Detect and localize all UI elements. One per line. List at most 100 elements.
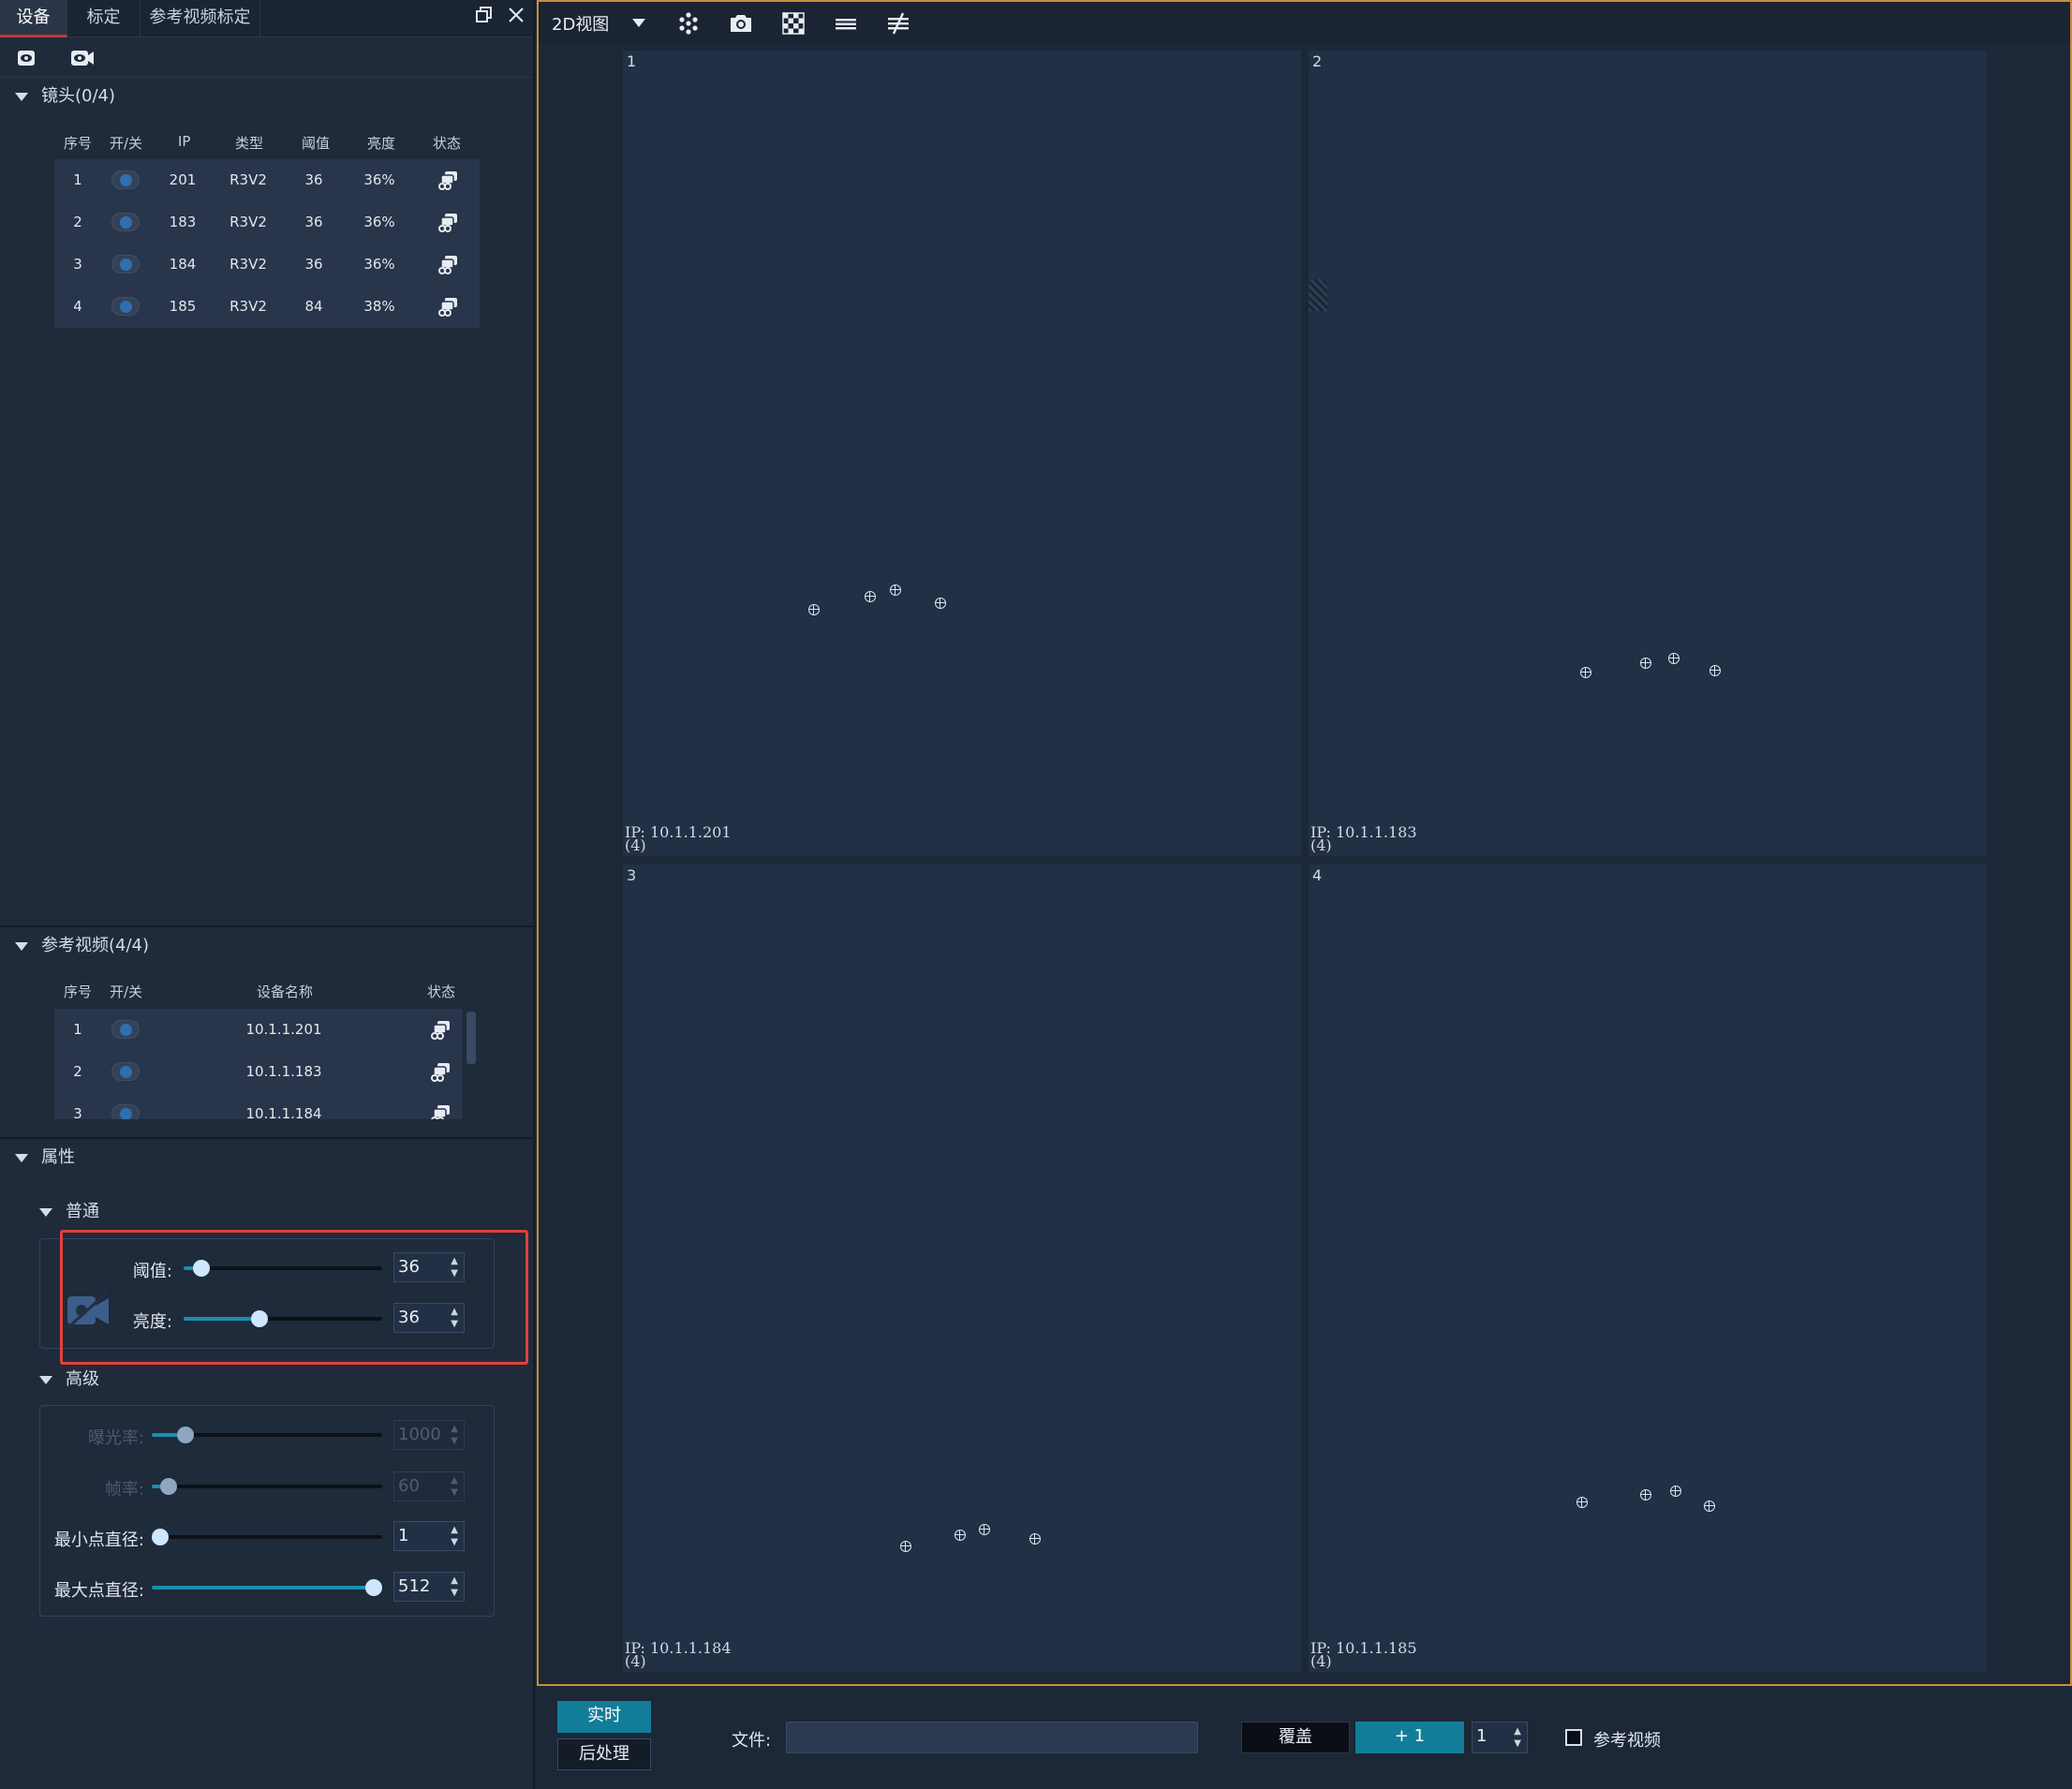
collapse-triangle-icon[interactable] [39, 1375, 52, 1384]
camera-view-4[interactable]: 4 IP: 10.1.1.185 (4) [1309, 865, 1987, 1672]
view-ip-label: IP: 10.1.1.183 (4) [1310, 825, 1417, 853]
cell-brightness: 36% [363, 256, 395, 273]
col-header-switch: 开/关 [110, 135, 143, 152]
switch-toggle[interactable] [111, 1062, 140, 1081]
col-header-switch: 开/关 [110, 983, 143, 1000]
spin-up-icon[interactable]: ▲ [451, 1576, 458, 1586]
table-row[interactable]: 3 10.1.1.184 [54, 1093, 463, 1119]
tab-bar: 设备 标定 参考视频标定 [0, 0, 533, 37]
col-header-threshold: 阈值 [302, 135, 331, 152]
brightness-slider-thumb[interactable] [250, 1310, 268, 1327]
col-header-status: 状态 [433, 135, 462, 152]
ref-video-label: 参考视频 [1593, 1731, 1661, 1751]
cell-type: R3V2 [229, 171, 267, 188]
realtime-button[interactable]: 实时 [557, 1701, 651, 1733]
ref-video-section-header[interactable]: 参考视频(4/4) [0, 930, 533, 962]
collapse-triangle-icon[interactable] [15, 92, 28, 101]
ref-video-table: 1 10.1.1.201 2 10.1.1.183 3 10.1.1.184 [54, 1009, 463, 1119]
switch-toggle[interactable] [111, 1020, 140, 1039]
overwrite-button[interactable]: 覆盖 [1241, 1722, 1350, 1753]
increment-button[interactable]: + 1 [1355, 1722, 1464, 1753]
ref-video-checkbox[interactable] [1565, 1729, 1582, 1746]
ref-video-scrollbar[interactable] [466, 1012, 476, 1064]
post-process-button[interactable]: 后处理 [557, 1738, 651, 1770]
file-path-input[interactable] [786, 1722, 1198, 1753]
restore-icon[interactable] [472, 6, 496, 30]
switch-toggle[interactable] [111, 297, 140, 316]
marker-point [955, 1530, 966, 1541]
checkerboard-icon[interactable] [780, 11, 807, 36]
cell-index: 2 [73, 1063, 82, 1080]
switch-toggle[interactable] [111, 170, 140, 189]
spin-up-icon[interactable]: ▲ [451, 1526, 458, 1535]
max-diameter-spinbox[interactable]: 512 ▲ ▼ [393, 1572, 465, 1602]
collapse-triangle-icon[interactable] [39, 1207, 52, 1217]
spin-down-icon[interactable]: ▼ [451, 1538, 458, 1547]
not-equal-icon[interactable] [885, 11, 911, 36]
marker-point [935, 598, 946, 609]
threshold-spinbox[interactable]: 36 ▲ ▼ [393, 1252, 465, 1282]
spin-up-icon[interactable]: ▲ [451, 1257, 458, 1266]
marker-point [1640, 658, 1651, 669]
max-diameter-slider-thumb[interactable] [365, 1579, 382, 1596]
threshold-slider-thumb[interactable] [192, 1260, 210, 1277]
tab-calibration[interactable]: 标定 [67, 0, 141, 37]
framerate-label: 帧率: [104, 1480, 144, 1500]
table-row[interactable]: 3 184 R3V2 36 36% [54, 244, 480, 286]
lens-section-header[interactable]: 镜头(0/4) [0, 81, 533, 112]
max-diameter-slider[interactable] [152, 1579, 382, 1596]
table-row[interactable]: 4 185 R3V2 84 38% [54, 286, 480, 328]
brightness-label: 亮度: [132, 1312, 172, 1332]
threshold-slider[interactable] [184, 1260, 382, 1277]
collapse-triangle-icon[interactable] [15, 941, 28, 951]
camera-view-2[interactable]: 2 IP: 10.1.1.183 (4) [1309, 51, 1987, 856]
table-row[interactable]: 2 10.1.1.183 [54, 1051, 463, 1093]
close-icon[interactable] [504, 6, 528, 30]
splitter[interactable] [0, 1137, 533, 1139]
view-count: (4) [625, 1652, 646, 1670]
min-diameter-spinbox[interactable]: 1 ▲ ▼ [393, 1521, 465, 1551]
marker-point [900, 1541, 911, 1552]
spin-down-icon[interactable]: ▼ [451, 1320, 458, 1329]
table-row[interactable]: 1 201 R3V2 36 36% [54, 159, 480, 201]
video-eye-icon[interactable] [69, 47, 97, 69]
general-group-header[interactable]: 普通 [24, 1196, 493, 1228]
view-number: 1 [627, 52, 637, 70]
tab-device[interactable]: 设备 [0, 0, 67, 37]
min-diameter-slider[interactable] [152, 1529, 382, 1545]
spin-up-icon[interactable]: ▲ [451, 1308, 458, 1317]
switch-toggle[interactable] [111, 1104, 140, 1119]
marker-point [1640, 1489, 1651, 1501]
view-toolbar: 2D视图 [539, 2, 2070, 43]
collapse-triangle-icon[interactable] [15, 1153, 28, 1162]
tab-ref-video-calibration[interactable]: 参考视频标定 [141, 0, 260, 37]
properties-section-header[interactable]: 属性 [0, 1142, 533, 1174]
menu-lines-icon[interactable] [833, 11, 859, 36]
spin-down-icon[interactable]: ▼ [1514, 1739, 1521, 1749]
count-spinbox[interactable]: 1 ▲ ▼ [1472, 1722, 1528, 1753]
spin-up-icon[interactable]: ▲ [1514, 1727, 1521, 1737]
link-status-icon [429, 1104, 451, 1119]
table-row[interactable]: 2 183 R3V2 36 36% [54, 201, 480, 244]
advanced-group-header[interactable]: 高级 [24, 1364, 493, 1396]
view-mode-select[interactable]: 2D视图 [552, 11, 609, 36]
camera-eye-icon[interactable] [15, 47, 39, 69]
link-status-icon [429, 1020, 451, 1041]
table-row[interactable]: 1 10.1.1.201 [54, 1009, 463, 1051]
spin-down-icon[interactable]: ▼ [451, 1269, 458, 1279]
splitter[interactable] [0, 925, 533, 927]
min-diameter-slider-thumb[interactable] [152, 1529, 169, 1545]
link-status-icon [437, 255, 459, 275]
markers-icon[interactable] [675, 11, 702, 36]
switch-toggle[interactable] [111, 213, 140, 231]
camera-view-1[interactable]: 1 IP: 10.1.1.201 (4) [623, 51, 1301, 856]
brightness-spinbox[interactable]: 36 ▲ ▼ [393, 1303, 465, 1333]
camera-view-3[interactable]: 3 IP: 10.1.1.184 (4) [623, 865, 1301, 1672]
camera-icon[interactable] [728, 11, 754, 36]
switch-toggle[interactable] [111, 255, 140, 274]
brightness-slider[interactable] [184, 1310, 382, 1327]
min-diameter-value: 1 [398, 1526, 409, 1545]
spin-down-icon[interactable]: ▼ [451, 1589, 458, 1598]
link-status-icon [437, 297, 459, 318]
chevron-down-icon[interactable] [632, 19, 645, 27]
